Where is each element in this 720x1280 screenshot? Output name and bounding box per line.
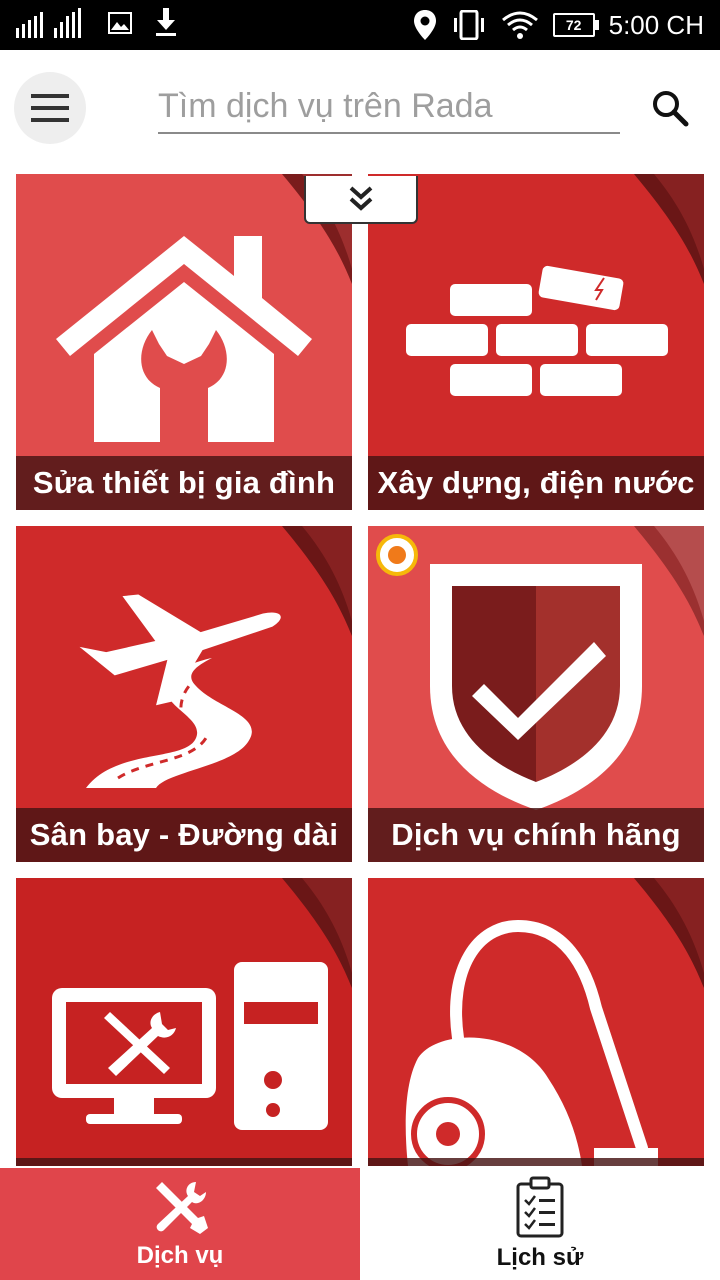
image-icon <box>108 12 132 34</box>
service-tile-computer-repair[interactable] <box>16 878 352 1166</box>
page-corner-fold <box>634 174 704 284</box>
nav-label: Lịch sử <box>496 1244 584 1271</box>
double-chevron-down-icon <box>349 186 373 211</box>
service-tile-construction[interactable]: Xây dựng, điện nước <box>368 174 704 510</box>
highlight-badge-icon <box>376 534 418 576</box>
service-label: Sân bay - Đường dài <box>16 808 352 862</box>
nav-tab-history[interactable]: Lịch sử <box>360 1168 720 1280</box>
tools-icon <box>156 1182 208 1234</box>
download-icon <box>156 8 176 36</box>
search-button[interactable] <box>646 84 694 132</box>
service-label: Xây dựng, điện nước <box>368 456 704 510</box>
service-label: Dịch vụ chính hãng <box>368 808 704 862</box>
search-icon <box>653 91 689 127</box>
service-label: Sửa thiết bị gia đình <box>16 456 352 510</box>
clipboard-list-icon <box>516 1176 564 1238</box>
page-corner-fold <box>634 878 704 988</box>
nav-tab-services[interactable]: Dịch vụ <box>0 1168 360 1280</box>
bottom-navigation: Dịch vụ Lịch sử <box>0 1168 720 1280</box>
page-corner-fold <box>282 526 352 636</box>
collapse-toggle[interactable] <box>304 176 418 224</box>
service-tile-home-repair[interactable]: Sửa thiết bị gia đình <box>16 174 352 510</box>
service-tile-official-service[interactable]: Dịch vụ chính hãng <box>368 526 704 862</box>
service-tile-airport[interactable]: Sân bay - Đường dài <box>16 526 352 862</box>
status-bar: 72 5:00 CH <box>0 0 720 50</box>
signal-icon <box>16 8 81 38</box>
location-icon <box>413 10 436 40</box>
wifi-icon <box>501 11 538 39</box>
search-input[interactable] <box>158 80 620 134</box>
battery-icon: 72 <box>552 13 599 37</box>
page-corner-fold <box>634 526 704 636</box>
service-tile-cleaning[interactable] <box>368 878 704 1166</box>
status-time: 5:00 CH <box>608 9 704 40</box>
service-label <box>16 1158 352 1166</box>
page-corner-fold <box>282 878 352 988</box>
menu-button[interactable] <box>14 72 86 144</box>
app-bar <box>0 50 720 166</box>
nav-label: Dịch vụ <box>136 1242 224 1269</box>
battery-level: 72 <box>565 17 582 33</box>
vibrate-icon <box>453 10 484 40</box>
hamburger-menu-icon <box>31 94 69 122</box>
service-label <box>368 1158 704 1166</box>
